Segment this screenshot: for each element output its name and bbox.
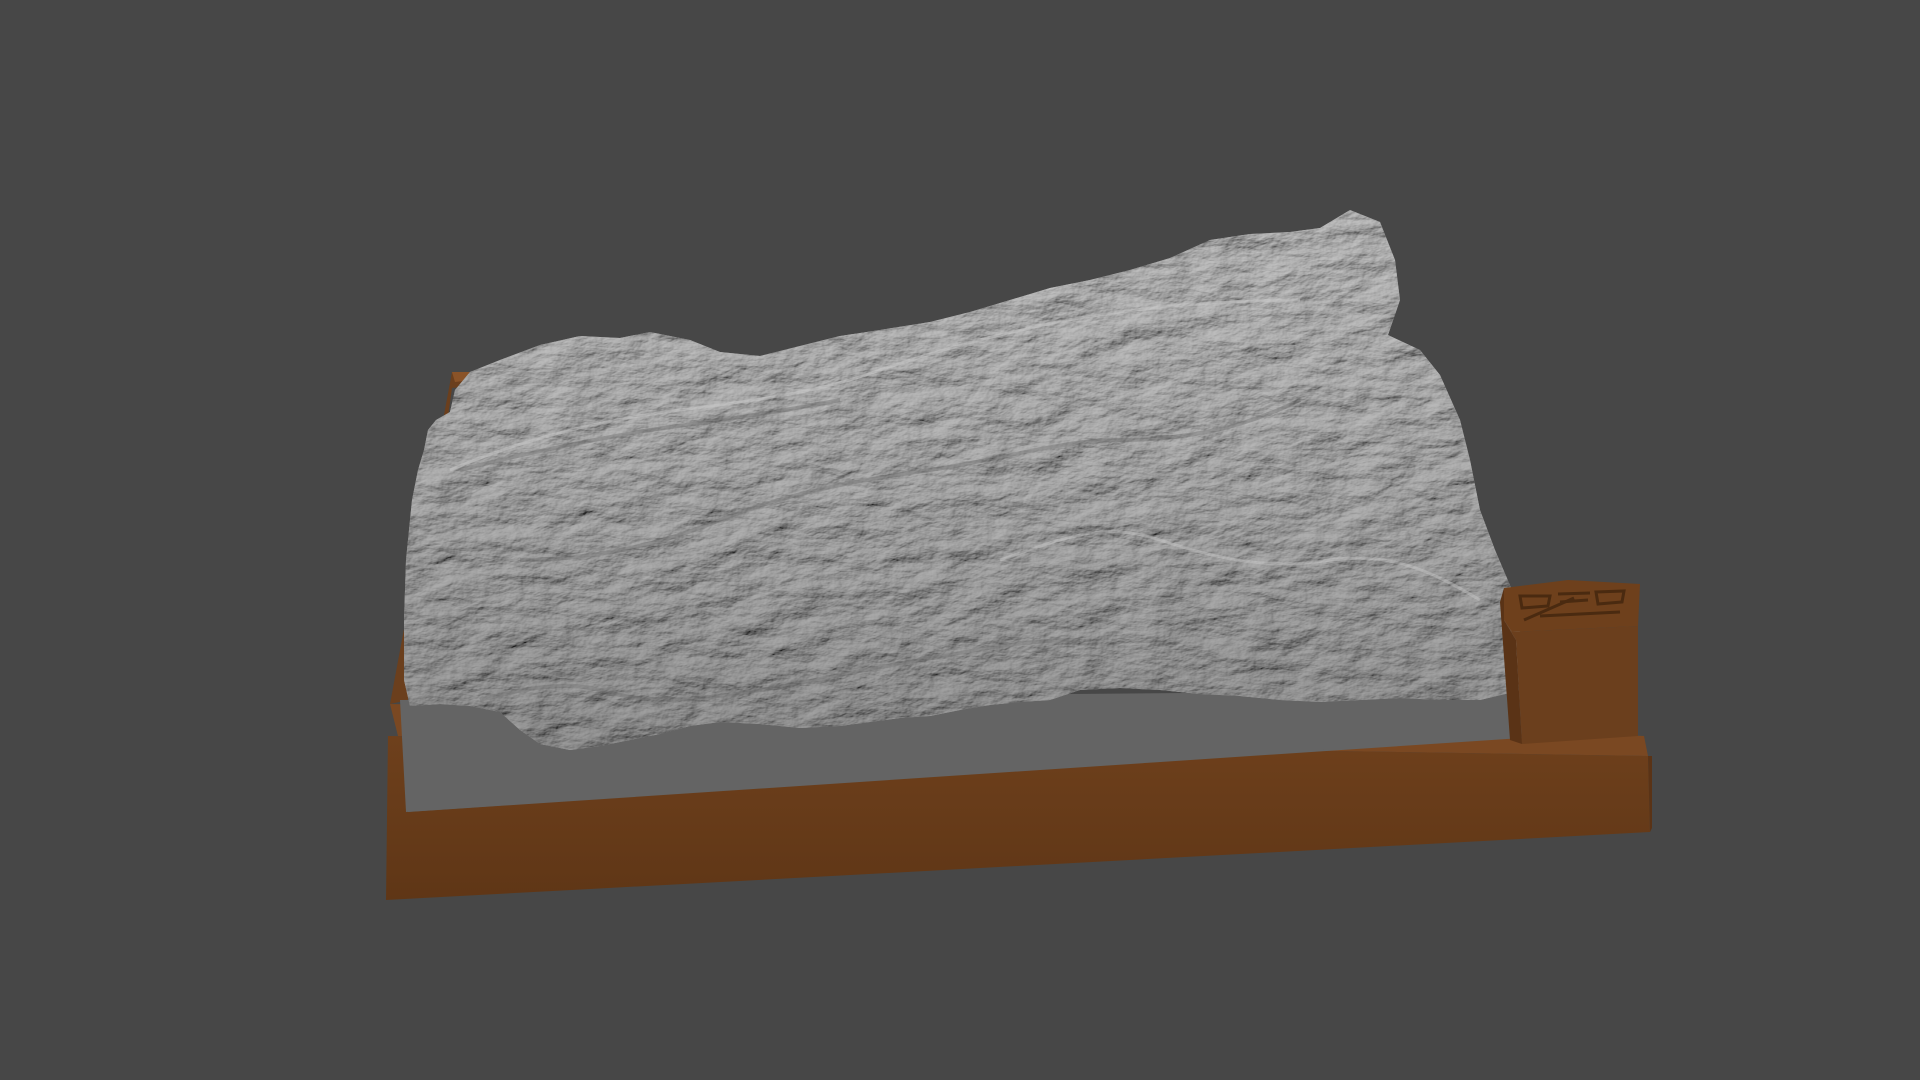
terrain-model-render [386,210,1652,900]
terrain-surface [404,210,1522,750]
3d-viewport[interactable] [0,0,1920,1080]
label-block [1500,580,1640,744]
label-block-front [1504,620,1638,744]
label-block-top [1504,580,1640,632]
